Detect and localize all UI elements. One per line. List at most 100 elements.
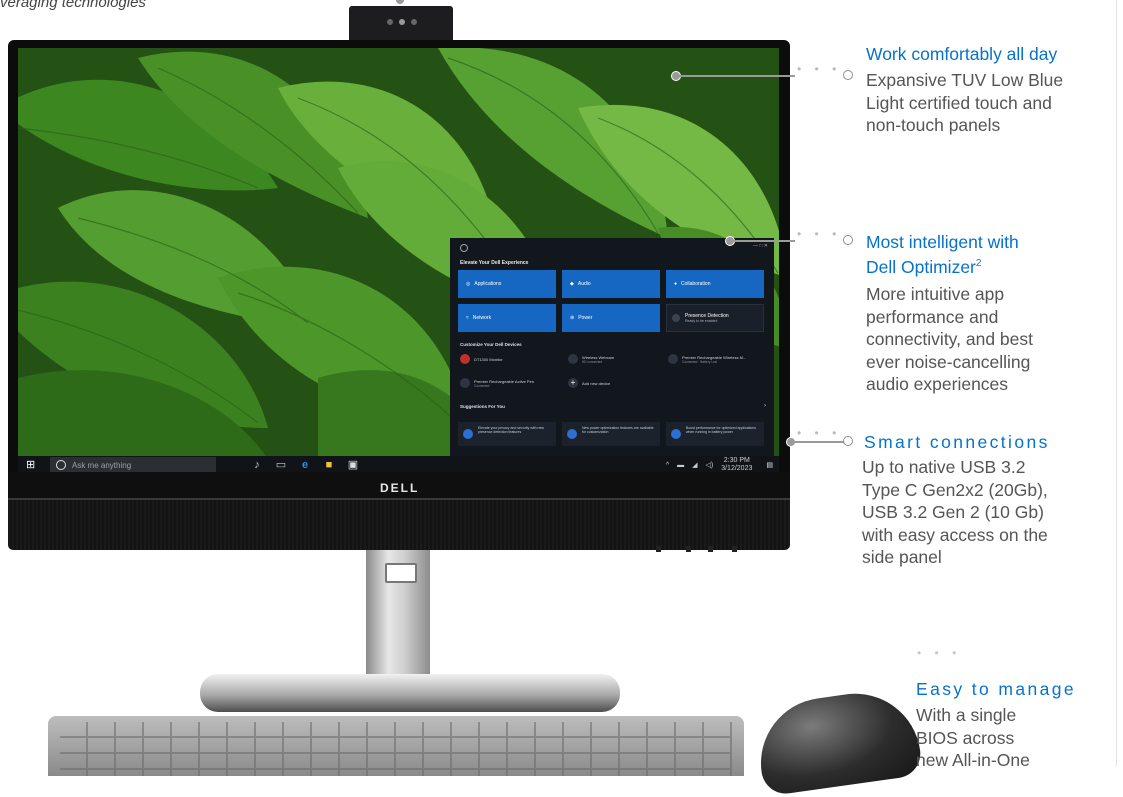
callout-line-1	[679, 75, 795, 77]
device-status: Connected	[474, 383, 490, 388]
tile-sublabel: Ready to be enabled	[685, 319, 718, 323]
webcam-ir	[411, 19, 417, 25]
ellipsis-dots-4: • • •	[917, 646, 962, 660]
chevron-up-icon[interactable]: ^	[666, 462, 669, 469]
device-pen[interactable]: Premier Rechargeable Active Pen Connected	[460, 378, 534, 388]
right-divider	[1116, 0, 1117, 766]
callout-title-optimizer: Most intelligent with Dell Optimizer2	[866, 232, 1019, 277]
callout-line-3	[794, 441, 844, 443]
plus-icon: +	[568, 378, 578, 388]
suggestion-card[interactable]: Boost performance for optimized applicat…	[666, 422, 764, 446]
keyboard	[48, 716, 744, 776]
tile-presence-detection[interactable]: Presence Detection Ready to be enabled	[666, 304, 764, 332]
volume-icon[interactable]: ◁)	[706, 461, 714, 469]
suggestions-header: Suggestions For You	[460, 404, 505, 409]
tile-collaboration[interactable]: ● Collaboration	[666, 270, 764, 298]
chevron-right-icon[interactable]: ›	[764, 403, 766, 409]
clock-time: 2:30 PM	[723, 457, 750, 464]
notification-icon[interactable]: ▤	[766, 461, 773, 469]
tile-network[interactable]: ≈ Network	[458, 304, 556, 332]
webcam-lens	[387, 19, 393, 25]
suggestion-text: New power optimization features are avai…	[582, 426, 654, 434]
ellipsis-dots-3: • • •	[797, 426, 842, 440]
file-explorer-icon[interactable]: ■	[322, 458, 336, 472]
keyboard-keys	[60, 722, 732, 776]
microphone-icon[interactable]: ♪	[250, 458, 264, 472]
system-tray: ^ ▬ ◢ ◁) 2:30 PM 3/12/2023 ▤	[666, 457, 779, 472]
webcam-indicator	[396, 0, 404, 4]
windows-start-icon[interactable]: ⊞	[26, 458, 40, 472]
suggestion-text: Boost performance for optimized applicat…	[686, 426, 757, 434]
callout-body-connections: Up to native USB 3.2 Type C Gen2x2 (20Gb…	[862, 457, 1048, 567]
tile-applications[interactable]: ◎ Applications	[458, 270, 556, 298]
device-mouse[interactable]: Premier Rechargeable Wireless M... Connec…	[668, 354, 746, 364]
optimizer-logo-icon	[460, 244, 468, 252]
suggestion-text: Elevate your privacy and security with n…	[478, 426, 544, 434]
device-webcam[interactable]: Wireless Webcam HD connected	[568, 354, 614, 364]
side-ports	[656, 546, 746, 552]
windows-taskbar: ⊞ Ask me anything ♪ ▭ e ■ ▣ ^ ▬ ◢ ◁) 2:3…	[18, 456, 779, 472]
callout-ring-2	[843, 235, 853, 245]
clock[interactable]: 2:30 PM 3/12/2023	[721, 457, 752, 472]
tile-label: Audio	[577, 281, 591, 287]
wifi-icon[interactable]: ◢	[692, 461, 697, 469]
device-status: HD connected	[582, 359, 603, 364]
presence-icon	[672, 314, 680, 322]
cortana-icon	[56, 460, 66, 470]
window-controls[interactable]: — □ ✕	[753, 243, 768, 249]
mouse-icon	[668, 354, 678, 364]
callout-body-optimizer: More intuitive app performance and conne…	[866, 284, 1033, 394]
devices-header: Customize Your Dell Devices	[460, 342, 522, 347]
tile-power[interactable]: ⊛ Power	[562, 304, 660, 332]
webcam-icon	[568, 354, 578, 364]
wifi-icon: ≈	[466, 315, 469, 321]
performance-icon	[671, 429, 681, 439]
webcam-sensor	[399, 19, 405, 25]
ellipsis-dots-2: • • •	[797, 227, 842, 241]
device-name: Add new device	[582, 380, 611, 386]
tile-label: Applications	[474, 281, 502, 287]
device-name: DT1300 Monitor	[474, 356, 503, 362]
popup-webcam	[349, 6, 453, 40]
callout-body-manage: With a single BIOS across new All-in-One	[916, 705, 1030, 766]
callout-title-comfort: Work comfortably all day	[866, 44, 1058, 64]
wireless-mouse	[752, 685, 924, 797]
search-placeholder: Ask me anything	[72, 460, 132, 470]
dell-logo: DELL	[380, 481, 420, 495]
store-icon[interactable]: ▣	[346, 458, 360, 472]
speaker-bar	[8, 500, 790, 550]
monitor-bezel: — □ ✕ Elevate Your Dell Experience ◎ Appl…	[8, 40, 790, 498]
pen-icon	[460, 378, 470, 388]
apps-icon: ◎	[466, 281, 471, 287]
taskbar-search[interactable]: Ask me anything	[50, 457, 216, 472]
add-device-button[interactable]: + Add new device	[568, 378, 610, 388]
monitor-stand-base	[200, 674, 620, 712]
callout-ring-1	[843, 70, 853, 80]
power-icon: ⊛	[570, 315, 575, 321]
suggestion-card[interactable]: Elevate your privacy and security with n…	[458, 422, 556, 446]
tile-audio[interactable]: ◆ Audio	[562, 270, 660, 298]
device-monitor[interactable]: DT1300 Monitor	[460, 354, 503, 364]
clock-date: 3/12/2023	[721, 465, 753, 472]
audio-icon: ◆	[570, 281, 574, 287]
callout-title-manage: Easy to manage	[916, 679, 1077, 699]
tile-label: Power	[578, 315, 593, 321]
task-view-icon[interactable]: ▭	[274, 458, 288, 472]
suggestion-card[interactable]: New power optimization features are avai…	[562, 422, 660, 446]
shield-icon	[463, 429, 473, 439]
power-icon	[567, 429, 577, 439]
top-caption: veraging technologies	[0, 0, 146, 11]
optimizer-header: Elevate Your Dell Experience	[460, 260, 529, 266]
device-status: Connected · Battery Low	[682, 359, 718, 364]
screen: — □ ✕ Elevate Your Dell Experience ◎ Appl…	[18, 48, 779, 472]
callout-body-comfort: Expansive TUV Low Blue Light certified t…	[866, 70, 1064, 135]
callout-line-2	[733, 240, 795, 242]
ellipsis-dots-1: • • •	[797, 62, 842, 76]
monitor-icon	[460, 354, 470, 364]
battery-icon[interactable]: ▬	[677, 462, 684, 469]
tile-label: Collaboration	[681, 281, 711, 287]
tile-label: Network	[472, 315, 492, 321]
edge-browser-icon[interactable]: e	[298, 458, 312, 472]
callout-ring-3	[843, 436, 853, 446]
cable-slot	[385, 563, 417, 583]
